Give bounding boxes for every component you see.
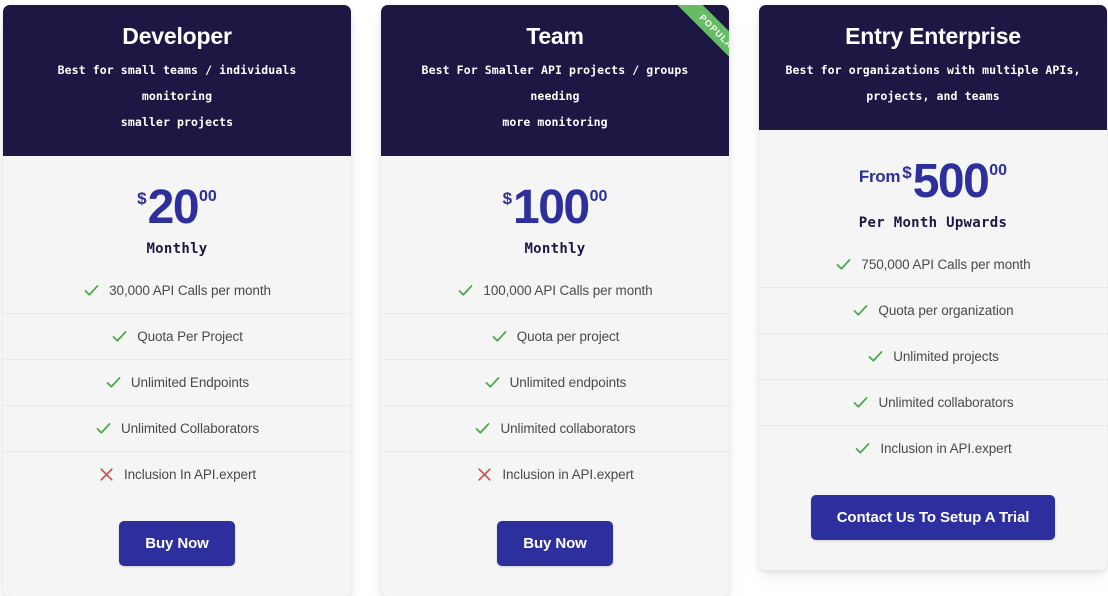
buy-now-button[interactable]: Buy Now bbox=[497, 521, 613, 567]
feature-row: Quota per project bbox=[381, 313, 729, 359]
feature-row: Quota per organization bbox=[759, 287, 1107, 333]
price-line: $100 00 bbox=[391, 184, 719, 232]
feature-label: Inclusion in API.expert bbox=[880, 441, 1012, 457]
feature-label: Unlimited collaborators bbox=[878, 395, 1014, 411]
feature-label: Inclusion in API.expert bbox=[502, 467, 634, 483]
cta-container: Buy Now bbox=[381, 501, 729, 596]
feature-list: 750,000 API Calls per month Quota per org… bbox=[759, 241, 1107, 475]
price-currency-symbol: $ bbox=[902, 163, 912, 183]
feature-row: 750,000 API Calls per month bbox=[759, 241, 1107, 287]
feature-label: Quota per project bbox=[516, 329, 620, 345]
price-currency-symbol: $ bbox=[137, 189, 147, 209]
price-period: Per Month Upwards bbox=[858, 215, 1008, 232]
check-icon bbox=[852, 394, 869, 411]
check-icon bbox=[83, 282, 100, 299]
cross-icon bbox=[476, 466, 493, 483]
check-icon bbox=[852, 302, 869, 319]
plan-name: Team bbox=[526, 23, 584, 49]
feature-label: 750,000 API Calls per month bbox=[861, 256, 1031, 272]
feature-label: Inclusion In API.expert bbox=[123, 467, 257, 483]
feature-list: 30,000 API Calls per month Quota Per Proj… bbox=[3, 267, 351, 501]
check-icon bbox=[95, 420, 112, 437]
price-amount: 20 bbox=[147, 181, 200, 235]
feature-row: Unlimited projects bbox=[759, 333, 1107, 379]
feature-row: Inclusion in API.expert bbox=[759, 425, 1107, 471]
feature-row: Unlimited collaborators bbox=[759, 379, 1107, 425]
price-line: $20 00 bbox=[13, 184, 341, 232]
plan-tagline-line-1: Best For Smaller API projects / groups n… bbox=[421, 63, 689, 104]
pricing-plans-grid: Developer Best for small teams / individu… bbox=[0, 0, 1108, 596]
plan-tagline-line-1: Best for small teams / individuals monit… bbox=[57, 63, 297, 104]
check-icon bbox=[484, 374, 501, 391]
feature-label: Quota per organization bbox=[878, 303, 1014, 319]
pricing-card: Entry Enterprise Best for organizations w… bbox=[759, 5, 1107, 571]
pricing-card-header: Team Best For Smaller API projects / grou… bbox=[381, 5, 729, 157]
price-cents: 00 bbox=[989, 162, 1008, 180]
feature-label: Unlimited collaborators bbox=[500, 421, 636, 437]
plan-tagline-line-2: smaller projects bbox=[120, 115, 234, 130]
check-icon bbox=[111, 328, 128, 345]
price-line: From $500 00 bbox=[769, 158, 1097, 206]
price-cents: 00 bbox=[589, 188, 608, 206]
feature-list: 100,000 API Calls per month Quota per pro… bbox=[381, 267, 729, 501]
feature-row: 100,000 API Calls per month bbox=[381, 267, 729, 313]
price-currency-symbol: $ bbox=[502, 189, 513, 209]
feature-label: Quota Per Project bbox=[137, 329, 243, 345]
price-block: $20 00 Monthly bbox=[3, 156, 351, 267]
feature-row: Inclusion in API.expert bbox=[381, 451, 729, 497]
price-amount: 500 bbox=[912, 155, 990, 209]
feature-row: Unlimited collaborators bbox=[381, 405, 729, 451]
check-icon bbox=[835, 256, 852, 273]
plan-name: Entry Enterprise bbox=[845, 23, 1021, 49]
pricing-card: Team Best For Smaller API projects / grou… bbox=[381, 5, 729, 596]
check-icon bbox=[854, 440, 871, 457]
feature-row: Unlimited Collaborators bbox=[3, 405, 351, 451]
feature-row: Inclusion In API.expert bbox=[3, 451, 351, 497]
feature-row: Quota Per Project bbox=[3, 313, 351, 359]
feature-label: 30,000 API Calls per month bbox=[109, 282, 271, 298]
price-block: $100 00 Monthly bbox=[381, 156, 729, 267]
contact-us-button[interactable]: Contact Us To Setup A Trial bbox=[810, 495, 1056, 541]
plan-tagline-line-1: Best for organizations with multiple API… bbox=[785, 63, 1081, 78]
feature-row: Unlimited Endpoints bbox=[3, 359, 351, 405]
check-icon bbox=[474, 420, 491, 437]
price-cents: 00 bbox=[199, 188, 217, 206]
price-amount: 100 bbox=[513, 181, 590, 235]
check-icon bbox=[105, 374, 122, 391]
buy-now-button[interactable]: Buy Now bbox=[119, 521, 235, 567]
check-icon bbox=[491, 328, 508, 345]
feature-row: 30,000 API Calls per month bbox=[3, 267, 351, 313]
price-period: Monthly bbox=[146, 241, 208, 258]
cta-container: Buy Now bbox=[3, 501, 351, 596]
price-prefix: From bbox=[858, 166, 901, 186]
pricing-card: Developer Best for small teams / individu… bbox=[3, 5, 351, 596]
plan-tagline-line-2: more monitoring bbox=[502, 115, 608, 130]
check-icon bbox=[867, 348, 884, 365]
feature-label: Unlimited endpoints bbox=[509, 375, 627, 391]
cross-icon bbox=[98, 466, 115, 483]
feature-row: Unlimited endpoints bbox=[381, 359, 729, 405]
cta-container: Contact Us To Setup A Trial bbox=[759, 475, 1107, 570]
plan-tagline-line-2: projects, and teams bbox=[866, 89, 1000, 104]
check-icon bbox=[457, 282, 474, 299]
plan-name: Developer bbox=[122, 23, 232, 49]
feature-label: Unlimited Collaborators bbox=[120, 421, 259, 437]
price-period: Monthly bbox=[524, 241, 586, 258]
price-block: From $500 00 Per Month Upwards bbox=[759, 130, 1107, 241]
feature-label: Unlimited Endpoints bbox=[130, 375, 250, 391]
feature-label: 100,000 API Calls per month bbox=[483, 282, 653, 298]
feature-label: Unlimited projects bbox=[893, 349, 999, 365]
pricing-card-header: Developer Best for small teams / individu… bbox=[3, 5, 351, 157]
pricing-card-header: Entry Enterprise Best for organizations w… bbox=[759, 5, 1107, 131]
